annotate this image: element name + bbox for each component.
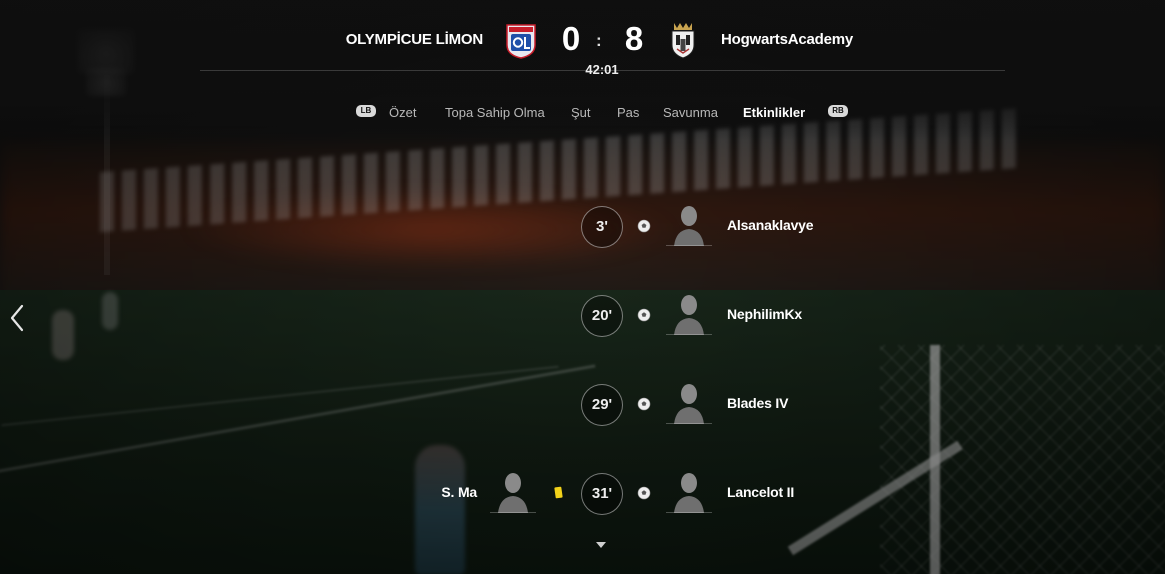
tab-pas[interactable]: Pas: [617, 105, 639, 120]
home-team-name: OLYMPİCUE LİMON: [345, 31, 483, 48]
tab-sut[interactable]: Şut: [571, 105, 591, 120]
goal-ball-icon: [637, 486, 651, 500]
home-score: 0: [561, 20, 581, 57]
tab-ozet[interactable]: Özet: [389, 105, 416, 120]
scoreboard: OLYMPİCUE LİMON 0 : 8 HogwartsAcademy 42…: [0, 0, 1165, 80]
player-avatar-icon: [490, 473, 536, 513]
event-minute: 20': [581, 295, 623, 337]
event-minute: 31': [581, 473, 623, 515]
player-avatar-icon: [666, 473, 712, 513]
tab-etkinlikler[interactable]: Etkinlikler: [743, 105, 805, 120]
event-row: 20' NephilimKx: [0, 295, 1165, 341]
goal-scorer-name: NephilimKx: [727, 306, 803, 322]
goal-ball-icon: [637, 308, 651, 322]
away-team-name: HogwartsAcademy: [721, 31, 854, 48]
goal-scorer-name: Alsanaklavye: [727, 217, 814, 233]
tab-savunma[interactable]: Savunma: [663, 105, 718, 120]
player-avatar-icon: [666, 384, 712, 424]
goal-scorer-name: Blades IV: [727, 395, 789, 411]
yellow-card-icon: [554, 486, 563, 499]
lyon-crest-icon: [506, 24, 536, 59]
event-minute: 29': [581, 384, 623, 426]
lb-bumper-button[interactable]: LB: [356, 105, 376, 117]
away-score: 8: [624, 20, 644, 57]
event-row: S. Ma 31' Lancelot II: [0, 473, 1165, 519]
goal-ball-icon: [637, 397, 651, 411]
score-separator: :: [596, 31, 602, 50]
goal-scorer-name: Lancelot II: [727, 484, 795, 500]
stats-tab-bar: LB Özet Topa Sahip Olma Şut Pas Savunma …: [0, 103, 1165, 123]
event-minute: 3': [581, 206, 623, 248]
event-row: 29' Blades IV: [0, 384, 1165, 430]
match-clock: 42:01: [585, 62, 619, 77]
goal-ball-icon: [637, 219, 651, 233]
tab-topa-sahip-olma[interactable]: Topa Sahip Olma: [445, 105, 545, 120]
player-avatar-icon: [666, 295, 712, 335]
scroll-down-arrow-icon[interactable]: [595, 541, 607, 549]
rb-bumper-button[interactable]: RB: [828, 105, 848, 117]
booked-player-name: S. Ma: [441, 484, 477, 500]
event-row: 3' Alsanaklavye: [0, 206, 1165, 252]
castle-crest-icon: [671, 23, 695, 59]
player-avatar-icon: [666, 206, 712, 246]
